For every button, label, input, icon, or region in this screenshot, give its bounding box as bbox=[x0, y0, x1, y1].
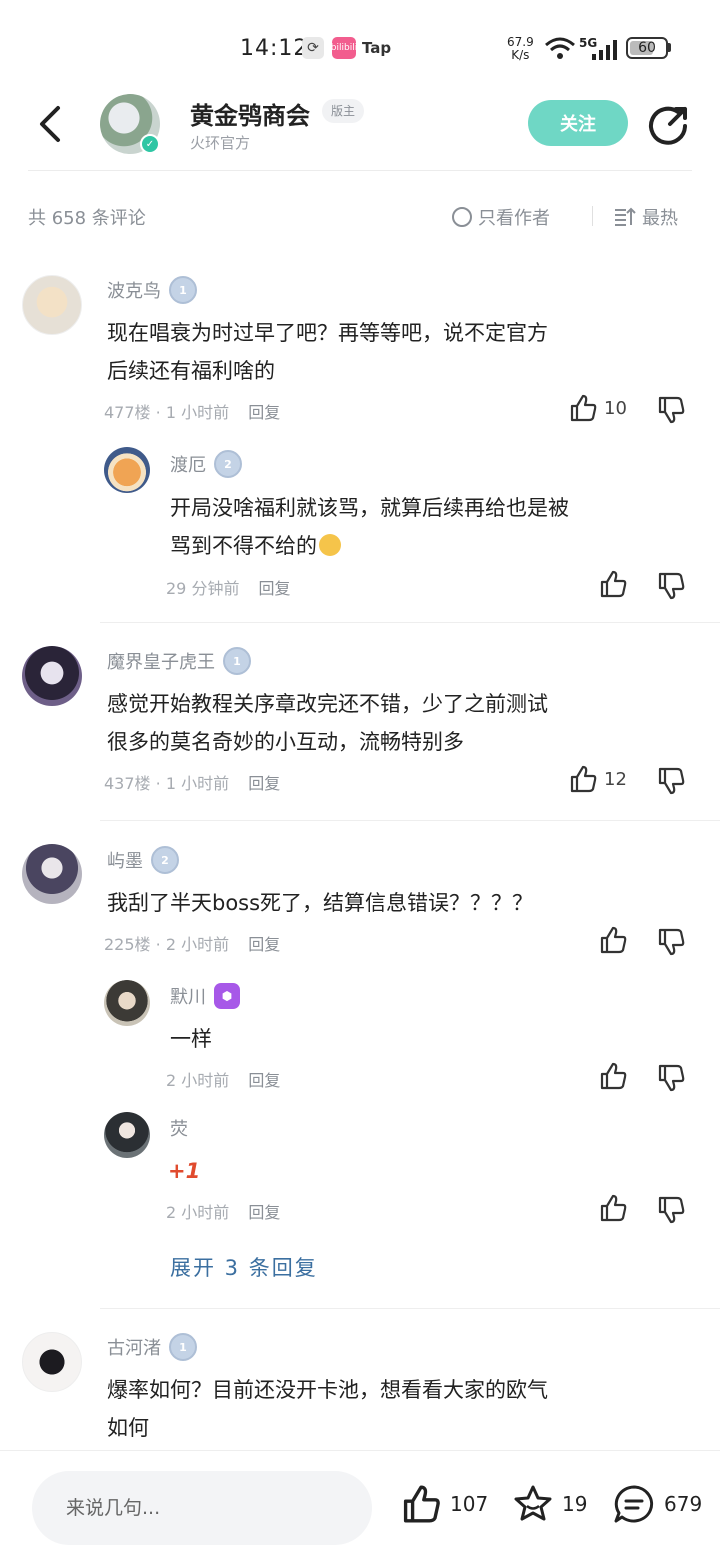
sort-button[interactable]: 最热 bbox=[614, 204, 678, 230]
radio-icon bbox=[452, 207, 472, 227]
level-badge: 2 bbox=[214, 450, 242, 478]
divider bbox=[100, 1308, 720, 1309]
moderator-tag: 版主 bbox=[322, 99, 365, 123]
thumbs-down-icon[interactable] bbox=[656, 766, 686, 796]
battery-icon: 60 bbox=[626, 37, 668, 59]
comment-text: 爆率如何？目前还没开卡池，想看看大家的欧气 如何 bbox=[107, 1378, 548, 1440]
comment-meta: 225楼 · 2 小时前 回复 bbox=[104, 935, 281, 954]
reply-meta: 29 分钟前 回复 bbox=[166, 579, 291, 598]
avatar[interactable] bbox=[22, 844, 82, 904]
avatar[interactable] bbox=[104, 447, 150, 493]
avatar[interactable] bbox=[22, 1332, 82, 1392]
comment-meta: 477楼 · 1 小时前 回复 bbox=[104, 403, 281, 422]
comment-username[interactable]: 屿墨 2 bbox=[107, 846, 179, 874]
thumbs-up-icon[interactable] bbox=[598, 1061, 628, 1091]
author-name[interactable]: 黄金鸮商会 bbox=[190, 96, 310, 131]
tap-icon: Tap bbox=[362, 39, 392, 57]
reply-username[interactable]: 荧 bbox=[170, 1115, 188, 1141]
expand-replies-link[interactable]: 展开 3 条回复 bbox=[170, 1252, 318, 1282]
verified-icon: ✓ bbox=[140, 134, 160, 154]
divider bbox=[100, 820, 720, 821]
comment-username[interactable]: 波克鸟 1 bbox=[107, 276, 197, 304]
status-bar: 14:12 ⟳ bilibili Tap 67.9 K/s 5G 60 bbox=[0, 0, 720, 90]
reply-button[interactable]: 回复 bbox=[248, 1071, 280, 1090]
level-badge: 1 bbox=[169, 1333, 197, 1361]
emoji-icon bbox=[319, 534, 341, 556]
divider bbox=[592, 206, 593, 226]
thumbs-up-icon bbox=[570, 765, 597, 793]
bilibili-icon: bilibili bbox=[331, 37, 357, 59]
reply-text: 一样 bbox=[170, 1027, 212, 1051]
battery-level: 60 bbox=[638, 40, 656, 56]
sync-icon: ⟳ bbox=[302, 37, 324, 59]
comment-bubble-icon bbox=[614, 1485, 654, 1523]
thumbs-up-icon[interactable] bbox=[598, 925, 628, 955]
favorite-button[interactable]: 19 bbox=[512, 1483, 587, 1525]
wifi-icon bbox=[545, 37, 575, 59]
thumbs-down-icon[interactable] bbox=[656, 1063, 686, 1093]
post-header: ✓ 黄金鸮商会 版主 火环官方 关注 bbox=[0, 90, 720, 172]
avatar[interactable] bbox=[104, 1112, 150, 1158]
comments-button[interactable]: 679 bbox=[612, 1483, 702, 1525]
comment-input[interactable] bbox=[32, 1471, 372, 1545]
star-icon bbox=[514, 1485, 552, 1521]
thumbs-down-icon[interactable] bbox=[656, 927, 686, 957]
reply-meta: 2 小时前 回复 bbox=[166, 1203, 281, 1222]
avatar[interactable] bbox=[104, 980, 150, 1026]
reply-meta: 2 小时前 回复 bbox=[166, 1071, 281, 1090]
reply-button[interactable]: 回复 bbox=[259, 579, 291, 598]
comment-text: 感觉开始教程关序章改完还不错，少了之前测试 很多的莫名奇妙的小互动，流畅特别多 bbox=[107, 692, 548, 754]
divider bbox=[28, 170, 692, 171]
comment-count: 共 658 条评论 bbox=[28, 208, 146, 229]
like-button[interactable]: 12 bbox=[568, 764, 627, 794]
level-badge: 1 bbox=[223, 647, 251, 675]
status-time: 14:12 bbox=[240, 36, 309, 61]
reply-button[interactable]: 回复 bbox=[248, 1203, 280, 1222]
thumbs-up-icon bbox=[570, 394, 597, 422]
avatar[interactable] bbox=[22, 646, 82, 706]
thumbs-up-icon[interactable] bbox=[598, 569, 628, 599]
post-like-button[interactable]: 107 bbox=[400, 1483, 488, 1525]
avatar[interactable] bbox=[22, 275, 82, 335]
share-icon[interactable] bbox=[648, 104, 690, 146]
back-button[interactable] bbox=[34, 104, 68, 144]
comments-toolbar: 共 658 条评论 只看作者 最热 bbox=[0, 196, 720, 236]
thumbs-up-icon bbox=[403, 1485, 440, 1523]
comment-text: 我刮了半天boss死了，结算信息错误？？？？ bbox=[107, 891, 534, 915]
comment-username[interactable]: 魔界皇子虎王 1 bbox=[107, 647, 251, 675]
thumbs-down-icon[interactable] bbox=[656, 1195, 686, 1225]
reply-button[interactable]: 回复 bbox=[248, 774, 280, 793]
divider bbox=[100, 622, 720, 623]
signal-icon bbox=[592, 40, 617, 60]
reply-button[interactable]: 回复 bbox=[248, 935, 280, 954]
comment-meta: 437楼 · 1 小时前 回复 bbox=[104, 774, 281, 793]
like-button[interactable]: 10 bbox=[568, 393, 627, 423]
bottom-action-bar: 107 19 679 bbox=[0, 1450, 720, 1563]
sort-icon bbox=[615, 207, 636, 226]
level-badge: 2 bbox=[151, 846, 179, 874]
follow-button[interactable]: 关注 bbox=[528, 100, 628, 146]
reply-username[interactable]: 默川 ⬢ bbox=[170, 983, 240, 1009]
reply-text: 开局没啥福利就该骂，就算后续再给也是被 骂到不得不给的 bbox=[170, 496, 569, 558]
reply-text: +1 bbox=[168, 1159, 201, 1183]
reply-username[interactable]: 渡厄 2 bbox=[170, 450, 242, 478]
gamepad-icon: ⬢ bbox=[214, 983, 240, 1009]
author-only-toggle[interactable]: 只看作者 bbox=[452, 204, 550, 230]
network-speed: 67.9 K/s bbox=[507, 35, 534, 62]
thumbs-down-icon[interactable] bbox=[656, 395, 686, 425]
thumbs-down-icon[interactable] bbox=[656, 571, 686, 601]
author-subtitle: 火环官方 bbox=[190, 134, 251, 152]
comment-username[interactable]: 古河渚 1 bbox=[107, 1333, 197, 1361]
thumbs-up-icon[interactable] bbox=[598, 1193, 628, 1223]
reply-button[interactable]: 回复 bbox=[248, 403, 280, 422]
level-badge: 1 bbox=[169, 276, 197, 304]
comment-text: 现在唱衰为时过早了吧？再等等吧，说不定官方 后续还有福利啥的 bbox=[107, 321, 548, 383]
